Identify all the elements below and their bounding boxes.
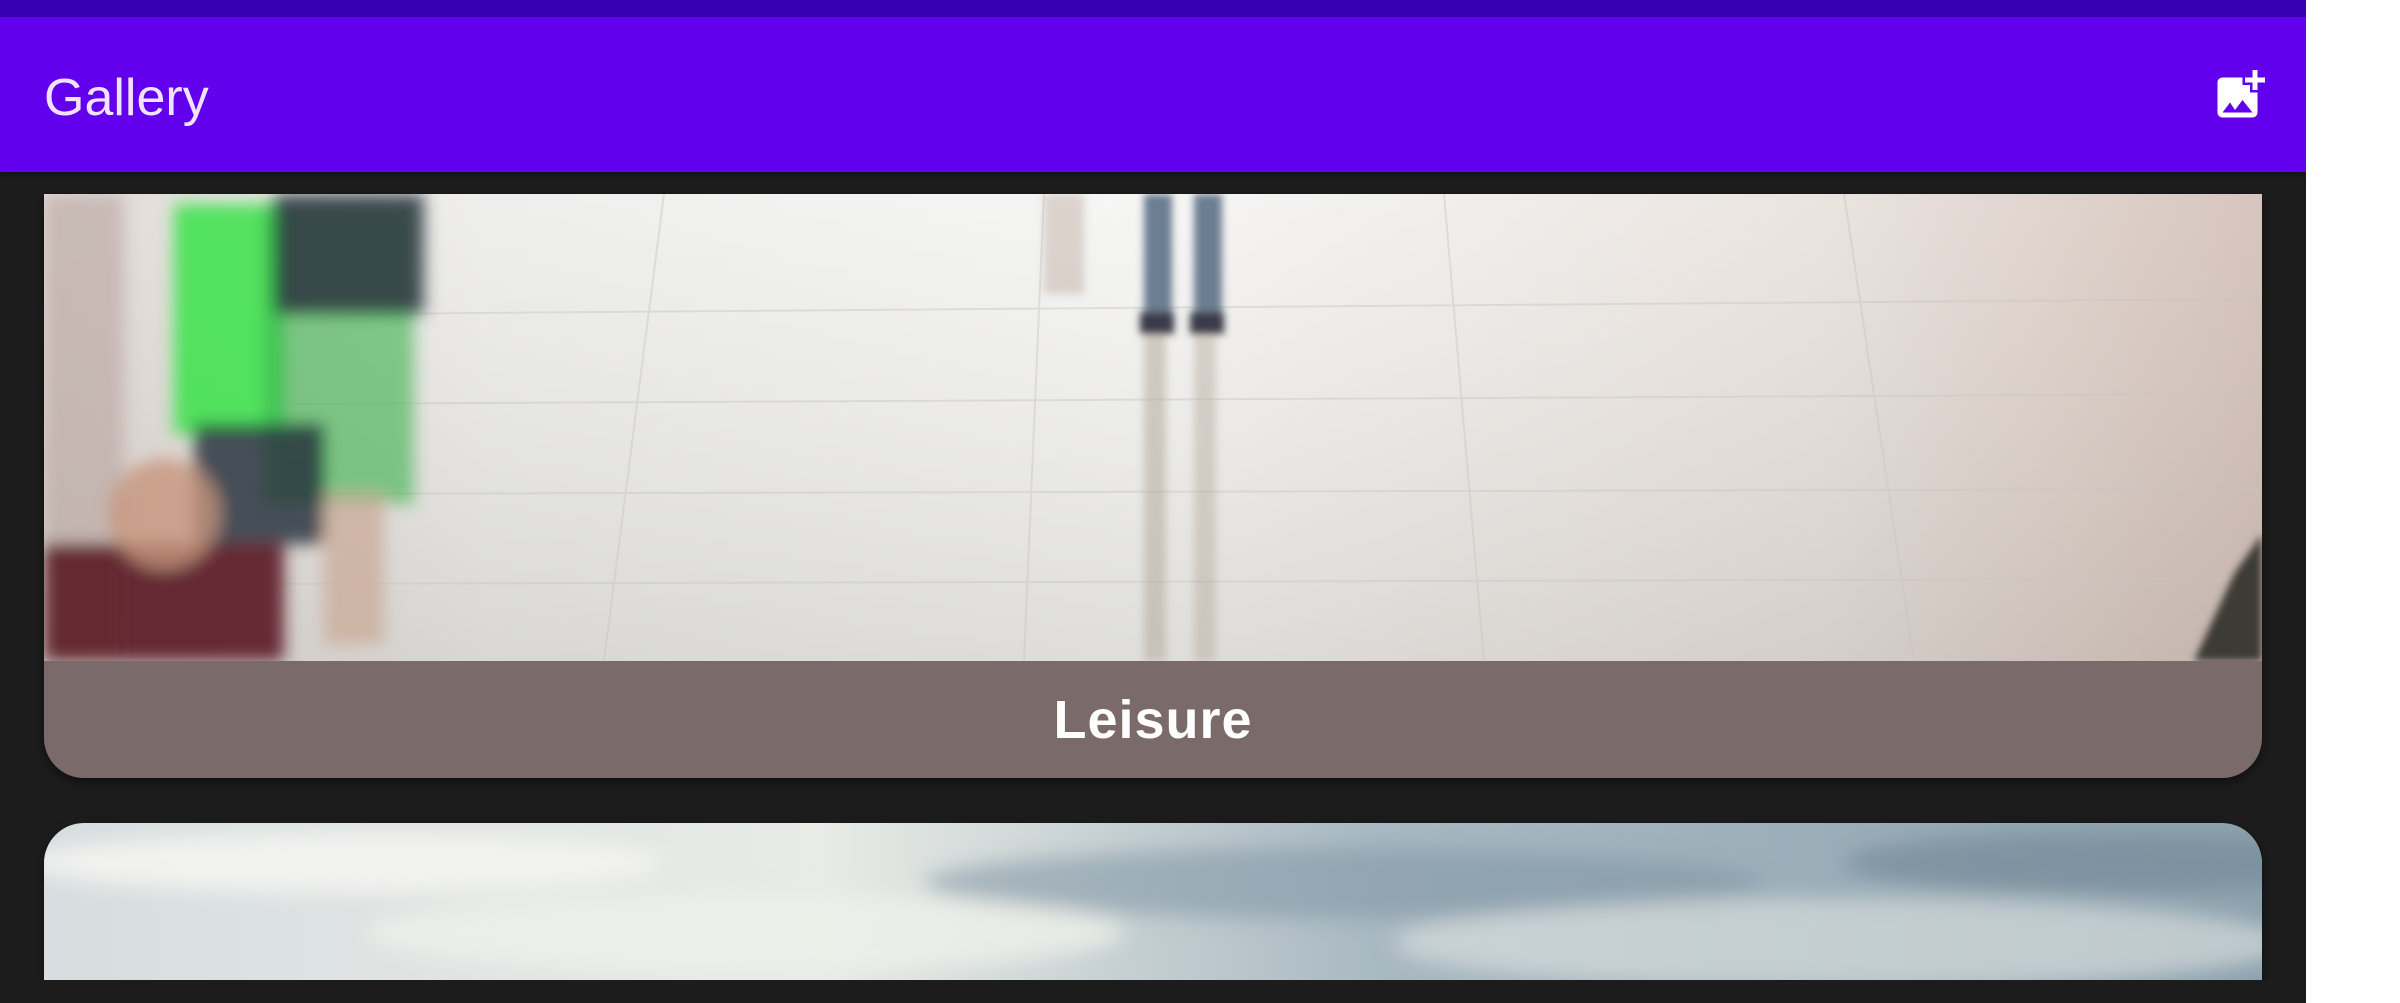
gallery-card-image — [44, 823, 2262, 980]
screen-margin — [2306, 0, 2400, 1003]
add-photo-button[interactable] — [2204, 59, 2276, 131]
app-screen: Gallery Leisure — [0, 0, 2306, 1003]
screen-bottom-edge — [0, 980, 2306, 1003]
status-bar — [0, 0, 2306, 17]
gallery-card-image — [44, 194, 2262, 661]
gallery-card[interactable]: Leisure — [44, 194, 2262, 778]
gallery-card[interactable] — [44, 823, 2262, 1003]
gallery-card-title: Leisure — [1053, 689, 1253, 750]
gallery-card-caption: Leisure — [44, 661, 2262, 778]
app-title: Gallery — [44, 69, 209, 127]
top-app-bar: Gallery — [0, 17, 2306, 172]
add-photo-icon — [2217, 70, 2265, 118]
